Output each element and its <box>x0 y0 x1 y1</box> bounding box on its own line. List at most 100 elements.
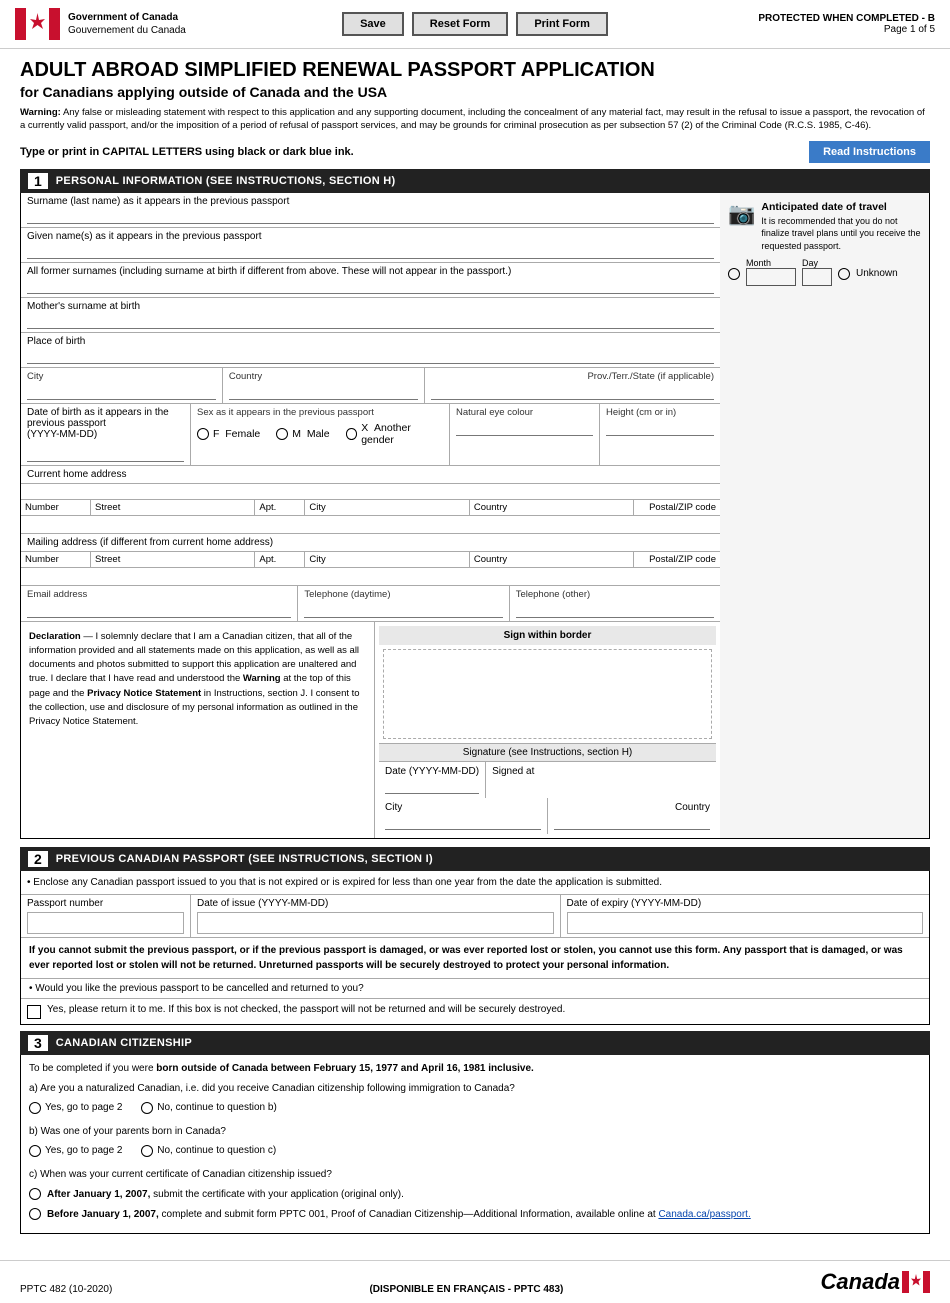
read-instructions-button[interactable]: Read Instructions <box>809 141 930 163</box>
gov-text-block: Government of Canada Gouvernement du Can… <box>68 11 186 37</box>
mailing-address-label: Mailing address (if different from curre… <box>21 534 720 552</box>
country-input[interactable] <box>229 384 418 400</box>
signed-city-cell: City <box>379 798 548 834</box>
section1-header: 1 PERSONAL INFORMATION (SEE INSTRUCTIONS… <box>20 169 930 193</box>
prov-input[interactable] <box>431 384 714 400</box>
passport-number-input[interactable] <box>27 912 184 934</box>
sign-cell: Sign within border Signature (see Instru… <box>375 622 720 838</box>
sex-male-option[interactable]: M Male <box>276 428 329 440</box>
date-of-expiry-input[interactable] <box>567 912 924 934</box>
page-footer: PPTC 482 (10-2020) (DISPONIBLE EN FRANÇA… <box>0 1260 950 1303</box>
anticipated-travel-subtitle: It is recommended that you do not finali… <box>761 215 921 253</box>
passport-fields-row: Passport number Date of issue (YYYY-MM-D… <box>21 894 929 938</box>
header-right: PROTECTED WHEN COMPLETED - B Page 1 of 5 <box>628 13 935 35</box>
mothers-surname-input[interactable] <box>27 313 714 329</box>
canada-passport-link[interactable]: Canada.ca/passport. <box>658 1209 750 1220</box>
place-of-birth-field: Place of birth <box>21 333 720 368</box>
anticipated-travel-title: Anticipated date of travel <box>761 201 921 213</box>
qc-after-text: After January 1, 2007, submit the certif… <box>47 1187 404 1203</box>
qb-yes-radio[interactable] <box>29 1145 41 1157</box>
section2-title: PREVIOUS CANADIAN PASSPORT (SEE INSTRUCT… <box>56 853 433 865</box>
date-of-expiry-label: Date of expiry (YYYY-MM-DD) <box>567 898 924 909</box>
print-form-button[interactable]: Print Form <box>516 12 608 36</box>
tel-other-input[interactable] <box>516 602 714 618</box>
height-input[interactable] <box>606 420 714 436</box>
save-button[interactable]: Save <box>342 12 404 36</box>
qc-before-radio[interactable] <box>29 1208 41 1220</box>
city-country-sign-row: City Country <box>379 798 716 834</box>
reset-form-button[interactable]: Reset Form <box>412 12 509 36</box>
sex-options: F Female M Male X Another gender <box>197 422 443 446</box>
declaration-privacy-word: Privacy Notice Statement <box>87 688 201 699</box>
signed-country-input[interactable] <box>554 814 710 830</box>
sex-female-option[interactable]: F Female <box>197 428 260 440</box>
passport-number-cell: Passport number <box>21 895 191 937</box>
date-input[interactable] <box>385 778 479 794</box>
mothers-surname-field: Mother's surname at birth <box>21 298 720 333</box>
signed-city-input[interactable] <box>385 814 541 830</box>
day-input[interactable] <box>802 268 832 286</box>
section2-body: • Enclose any Canadian passport issued t… <box>20 871 930 1025</box>
anticipated-travel-header: 📷 Anticipated date of travel It is recom… <box>728 201 921 253</box>
sex-male-radio[interactable] <box>276 428 288 440</box>
signature-instruction: Signature (see Instructions, section H) <box>379 743 716 761</box>
country2-sublabel: Country <box>470 500 634 515</box>
sex-label: Sex as it appears in the previous passpo… <box>197 407 443 418</box>
tel-other-label: Telephone (other) <box>516 589 714 600</box>
dob-input[interactable] <box>27 446 184 462</box>
surname-input[interactable] <box>27 208 714 224</box>
former-surnames-field: All former surnames (including surname a… <box>21 263 720 298</box>
date-of-issue-input[interactable] <box>197 912 554 934</box>
mailing-address-input-row[interactable] <box>21 568 720 586</box>
form-subtitle: for Canadians applying outside of Canada… <box>20 84 930 100</box>
gov-english: Government of Canada <box>68 11 186 24</box>
sex-female-radio[interactable] <box>197 428 209 440</box>
section3-body: To be completed if you were born outside… <box>20 1055 930 1234</box>
number-sublabel: Number <box>21 500 91 515</box>
qc-after-radio[interactable] <box>29 1188 41 1200</box>
qb-no-option[interactable]: No, continue to question c) <box>141 1143 276 1159</box>
qc-before-text: Before January 1, 2007, complete and sub… <box>47 1207 751 1223</box>
email-input[interactable] <box>27 602 291 618</box>
former-surnames-input[interactable] <box>27 278 714 294</box>
dob-cell: Date of birth as it appears in the previ… <box>21 404 191 465</box>
day-label: Day <box>802 258 832 268</box>
month-label: Month <box>746 258 796 268</box>
given-names-input[interactable] <box>27 243 714 259</box>
anticipated-travel-date-row: Month Day Unknown <box>728 258 921 289</box>
qa-yes-radio[interactable] <box>29 1102 41 1114</box>
email-tel-row: Email address Telephone (daytime) Teleph… <box>21 586 720 622</box>
qb-yes-label: Yes, go to page 2 <box>45 1143 122 1159</box>
eye-colour-cell: Natural eye colour <box>450 404 600 465</box>
eye-colour-input[interactable] <box>456 420 593 436</box>
qa-yes-option[interactable]: Yes, go to page 2 <box>29 1100 122 1116</box>
city-cell: City <box>21 368 223 403</box>
place-of-birth-input[interactable] <box>27 348 714 364</box>
page-number: Page 1 of 5 <box>628 24 935 35</box>
camera-icon: 📷 <box>728 201 755 227</box>
form-number: PPTC 482 (10-2020) <box>20 1284 112 1295</box>
date-of-issue-label: Date of issue (YYYY-MM-DD) <box>197 898 554 909</box>
apt-sublabel: Apt. <box>255 500 305 515</box>
signature-box[interactable] <box>383 649 712 739</box>
section2-header: 2 PREVIOUS CANADIAN PASSPORT (SEE INSTRU… <box>20 847 930 871</box>
qa-no-option[interactable]: No, continue to question b) <box>141 1100 277 1116</box>
mailing-country-sublabel: Country <box>470 552 634 567</box>
tel-day-input[interactable] <box>304 602 502 618</box>
question-a-options: Yes, go to page 2 No, continue to questi… <box>29 1100 921 1120</box>
city-input[interactable] <box>27 384 216 400</box>
sex-another-option[interactable]: X Another gender <box>346 422 443 446</box>
dob-label: Date of birth as it appears in the previ… <box>27 407 180 429</box>
anticipated-travel-radio[interactable] <box>728 268 740 280</box>
eye-colour-label: Natural eye colour <box>456 407 593 418</box>
current-address-input-row[interactable] <box>21 516 720 534</box>
return-checkbox[interactable] <box>27 1005 41 1019</box>
month-input[interactable] <box>746 268 796 286</box>
section1-body: Surname (last name) as it appears in the… <box>20 193 930 839</box>
postal-sublabel: Postal/ZIP code <box>634 500 720 515</box>
sex-another-radio[interactable] <box>346 428 358 440</box>
qb-yes-option[interactable]: Yes, go to page 2 <box>29 1143 122 1159</box>
unknown-radio[interactable] <box>838 268 850 280</box>
qa-no-radio[interactable] <box>141 1102 153 1114</box>
qb-no-radio[interactable] <box>141 1145 153 1157</box>
